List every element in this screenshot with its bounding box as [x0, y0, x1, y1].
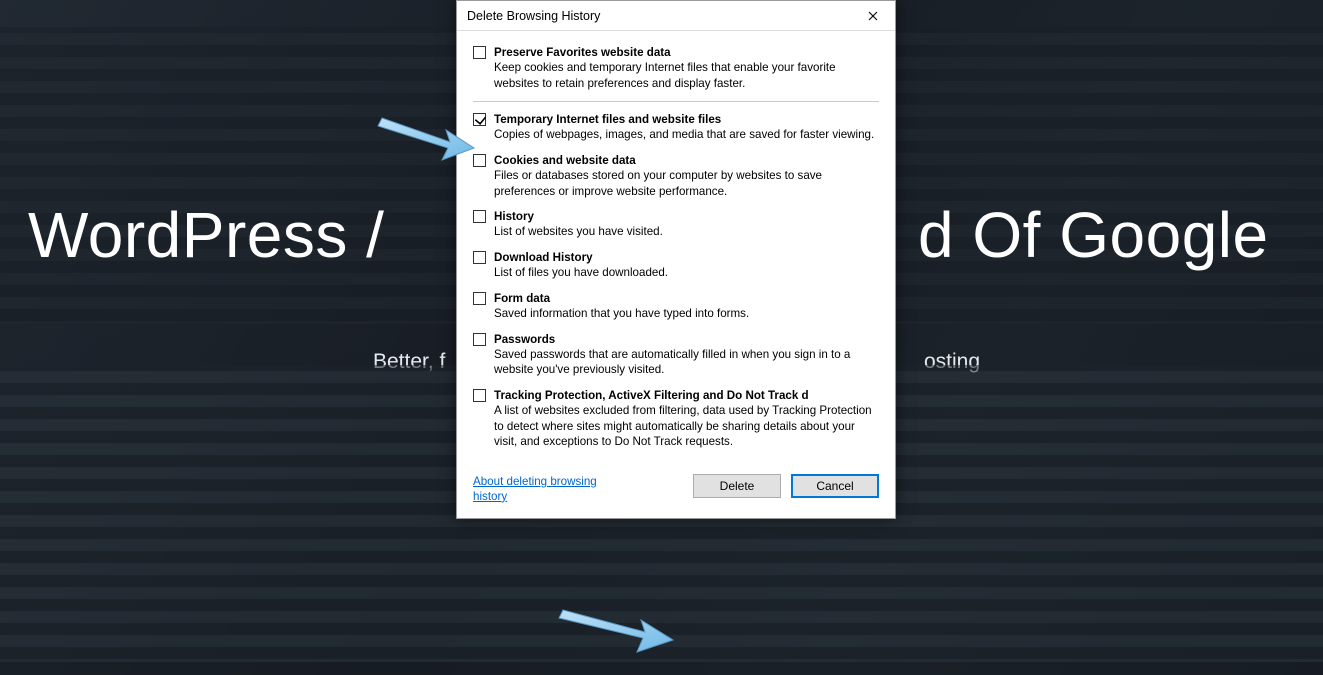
option-label[interactable]: Form data: [494, 291, 879, 306]
option-description: Copies of webpages, images, and media th…: [494, 127, 879, 143]
delete-browsing-history-dialog: Delete Browsing History Preserve Favorit…: [456, 0, 896, 519]
checkbox[interactable]: [473, 210, 486, 223]
checkbox[interactable]: [473, 292, 486, 305]
option-row: Preserve Favorites website dataKeep cook…: [473, 45, 879, 91]
option-description: Saved information that you have typed in…: [494, 306, 879, 322]
dialog-titlebar[interactable]: Delete Browsing History: [457, 1, 895, 31]
about-deleting-history-link[interactable]: About deleting browsing history: [473, 474, 623, 504]
option-description: A list of websites excluded from filteri…: [494, 403, 879, 450]
close-button[interactable]: [851, 1, 895, 31]
checkbox[interactable]: [473, 251, 486, 264]
cancel-button[interactable]: Cancel: [791, 474, 879, 498]
dialog-footer: About deleting browsing history Delete C…: [457, 470, 895, 518]
option-label[interactable]: Preserve Favorites website data: [494, 45, 879, 60]
delete-button[interactable]: Delete: [693, 474, 781, 498]
option-row: HistoryList of websites you have visited…: [473, 209, 879, 240]
dialog-title: Delete Browsing History: [467, 9, 600, 23]
option-label[interactable]: Temporary Internet files and website fil…: [494, 112, 879, 127]
checkbox[interactable]: [473, 333, 486, 346]
option-description: Files or databases stored on your comput…: [494, 168, 879, 199]
checkbox[interactable]: [473, 113, 486, 126]
option-label[interactable]: Tracking Protection, ActiveX Filtering a…: [494, 388, 879, 403]
option-row: Cookies and website dataFiles or databas…: [473, 153, 879, 199]
option-description: Saved passwords that are automatically f…: [494, 347, 879, 378]
divider: [473, 101, 879, 102]
option-description: List of websites you have visited.: [494, 224, 879, 240]
dialog-body: Preserve Favorites website dataKeep cook…: [457, 31, 895, 470]
option-row: Temporary Internet files and website fil…: [473, 112, 879, 143]
option-row: Form dataSaved information that you have…: [473, 291, 879, 322]
option-label[interactable]: Cookies and website data: [494, 153, 879, 168]
page-subheading-right: osting: [924, 350, 980, 374]
option-row: Download HistoryList of files you have d…: [473, 250, 879, 281]
option-label[interactable]: Download History: [494, 250, 879, 265]
option-label[interactable]: Passwords: [494, 332, 879, 347]
page-subheading-left: Better, f: [373, 350, 445, 374]
checkbox[interactable]: [473, 154, 486, 167]
checkbox[interactable]: [473, 389, 486, 402]
close-icon: [868, 11, 878, 21]
option-description: Keep cookies and temporary Internet file…: [494, 60, 879, 91]
option-description: List of files you have downloaded.: [494, 265, 879, 281]
option-row: Tracking Protection, ActiveX Filtering a…: [473, 388, 879, 450]
page-heading-right: d Of Google: [918, 198, 1269, 272]
option-label[interactable]: History: [494, 209, 879, 224]
page-heading-left: WordPress /: [28, 198, 384, 272]
option-row: PasswordsSaved passwords that are automa…: [473, 332, 879, 378]
checkbox[interactable]: [473, 46, 486, 59]
